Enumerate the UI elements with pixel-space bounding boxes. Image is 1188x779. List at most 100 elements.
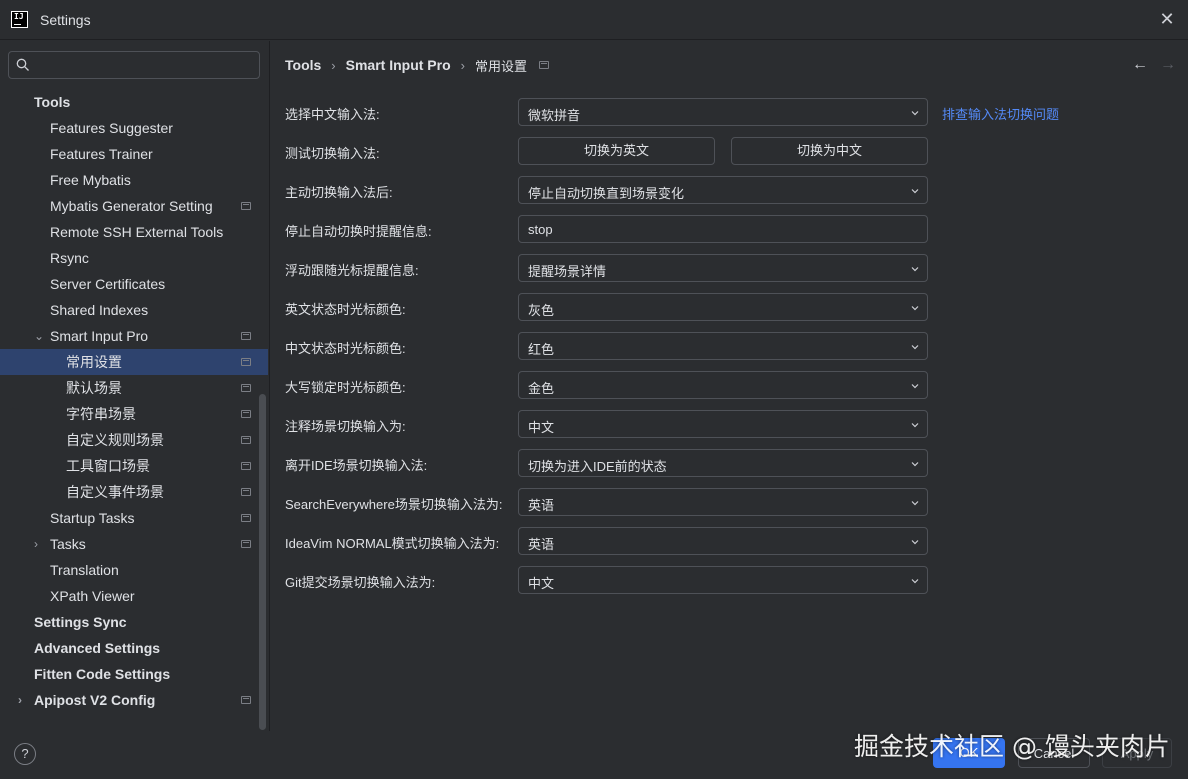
chevron-right-icon[interactable]: › [18,687,22,713]
en-cursor-select[interactable]: 灰色 [518,293,928,321]
caps-cursor-select[interactable]: 金色 [518,371,928,399]
after-manual-select[interactable]: 停止自动切换直到场景变化 [518,176,928,204]
breadcrumb-separator: › [460,57,465,73]
sidebar-item-23[interactable]: › Apipost V2 Config [0,687,268,713]
project-scope-icon [241,514,251,522]
sidebar-item-6[interactable]: Rsync [0,245,268,271]
project-scope-icon [241,332,251,340]
form-row-chinese-ime: 选择中文输入法: 微软拼音 排查输入法切换问题 [285,98,1185,126]
sidebar-item-15[interactable]: 自定义事件场景 [0,479,268,505]
forward-arrow-icon[interactable]: → [1160,56,1176,74]
project-scope-icon [241,488,251,496]
search-box[interactable] [8,51,260,79]
chevron-down-icon[interactable]: ⌄ [34,323,44,349]
chevron-down-icon [911,462,919,467]
sidebar-item-19[interactable]: XPath Viewer [0,583,268,609]
sidebar-item-8[interactable]: Shared Indexes [0,297,268,323]
sidebar-item-13[interactable]: 自定义规则场景 [0,427,268,453]
breadcrumb-smart-input-pro[interactable]: Smart Input Pro [346,57,451,73]
float-tip-value: 提醒场景详情 [528,264,607,279]
comment-scene-select[interactable]: 中文 [518,410,928,438]
sidebar-item-12[interactable]: 字符串场景 [0,401,268,427]
sidebar-item-label: Remote SSH External Tools [50,224,224,240]
window-title: Settings [40,12,91,28]
troubleshoot-link[interactable]: 排查输入法切换问题 [942,104,1059,123]
sidebar-scrollbar[interactable] [259,394,266,730]
sidebar-item-2[interactable]: Features Trainer [0,141,268,167]
sidebar-item-label: XPath Viewer [50,588,135,604]
float-tip-select[interactable]: 提醒场景详情 [518,254,928,282]
leave-ide-select[interactable]: 切换为进入IDE前的状态 [518,449,928,477]
comment-scene-value: 中文 [528,420,555,435]
sidebar-item-label: Settings Sync [34,614,127,630]
project-scope-icon [241,696,251,704]
sidebar-item-7[interactable]: Server Certificates [0,271,268,297]
sidebar-item-label: Fitten Code Settings [34,666,171,682]
leave-ide-value: 切换为进入IDE前的状态 [528,459,667,474]
git-commit-select[interactable]: 中文 [518,566,928,594]
sidebar-item-label: 字符串场景 [66,406,136,422]
sidebar-item-label: Server Certificates [50,276,166,292]
chinese-ime-select[interactable]: 微软拼音 [518,98,928,126]
sidebar-item-14[interactable]: 工具窗口场景 [0,453,268,479]
switch-to-chinese-button[interactable]: 切换为中文 [731,137,928,165]
sidebar-item-1[interactable]: Features Suggester [0,115,268,141]
leave-ide-label: 离开IDE场景切换输入法: [285,458,428,473]
sidebar-item-20[interactable]: Settings Sync [0,609,268,635]
sidebar-item-0[interactable]: Tools [0,89,268,115]
sidebar-item-label: Shared Indexes [50,302,149,318]
intellij-logo-icon: IJ [11,11,28,28]
sidebar-item-22[interactable]: Fitten Code Settings [0,661,268,687]
form-row-ideavim: IdeaVim NORMAL模式切换输入法为: 英语 [285,527,1185,555]
breadcrumb-current: 常用设置 [475,58,528,74]
sidebar-item-9[interactable]: ⌄ Smart Input Pro [0,323,268,349]
sidebar-item-label: Tasks [50,536,86,552]
sidebar-item-label: Free Mybatis [50,172,131,188]
float-tip-label: 浮动跟随光标提醒信息: [285,263,419,278]
chinese-ime-value: 微软拼音 [528,108,581,123]
close-icon[interactable]: ✕ [1156,8,1178,30]
stop-tip-input[interactable] [518,215,928,243]
ideavim-value: 英语 [528,537,555,552]
project-scope-icon [241,410,251,418]
ideavim-label: IdeaVim NORMAL模式切换输入法为: [285,536,500,551]
stop-tip-label: 停止自动切换时提醒信息: [285,224,432,239]
sidebar-item-label: 工具窗口场景 [66,458,150,474]
sidebar-item-label: Startup Tasks [50,510,135,526]
en-cursor-label: 英文状态时光标颜色: [285,302,406,317]
form-row-stop-tip: 停止自动切换时提醒信息: [285,215,1185,243]
sidebar-item-label: Apipost V2 Config [34,692,156,708]
breadcrumb-tools[interactable]: Tools [285,57,321,73]
sidebar-item-label: 默认场景 [66,380,122,396]
sidebar-item-label: 常用设置 [66,354,122,370]
form-row-caps-cursor: 大写锁定时光标颜色: 金色 [285,371,1185,399]
search-input[interactable] [39,54,254,76]
breadcrumb-separator: › [331,57,336,73]
sidebar-item-4[interactable]: Mybatis Generator Setting [0,193,268,219]
help-icon[interactable]: ? [14,743,36,765]
ideavim-select[interactable]: 英语 [518,527,928,555]
sidebar-item-3[interactable]: Free Mybatis [0,167,268,193]
chevron-right-icon[interactable]: › [34,531,38,557]
caps-cursor-value: 金色 [528,381,555,396]
chevron-down-icon [911,540,919,545]
sidebar-item-label: Translation [50,562,119,578]
sidebar-item-21[interactable]: Advanced Settings [0,635,268,661]
search-everywhere-select[interactable]: 英语 [518,488,928,516]
zh-cursor-select[interactable]: 红色 [518,332,928,360]
chevron-down-icon [911,345,919,350]
back-arrow-icon[interactable]: ← [1132,56,1148,74]
form-row-zh-cursor: 中文状态时光标颜色: 红色 [285,332,1185,360]
project-scope-icon [241,202,251,210]
sidebar-item-17[interactable]: › Tasks [0,531,268,557]
sidebar-item-18[interactable]: Translation [0,557,268,583]
chevron-down-icon [911,267,919,272]
switch-to-english-button[interactable]: 切换为英文 [518,137,715,165]
sidebar-item-10[interactable]: 常用设置 [0,349,268,375]
sidebar-item-label: Features Trainer [50,146,153,162]
form-row-en-cursor: 英文状态时光标颜色: 灰色 [285,293,1185,321]
sidebar-item-11[interactable]: 默认场景 [0,375,268,401]
sidebar-item-5[interactable]: Remote SSH External Tools [0,219,268,245]
settings-tree: Tools Features Suggester Features Trainer F… [0,89,268,713]
sidebar-item-16[interactable]: Startup Tasks [0,505,268,531]
